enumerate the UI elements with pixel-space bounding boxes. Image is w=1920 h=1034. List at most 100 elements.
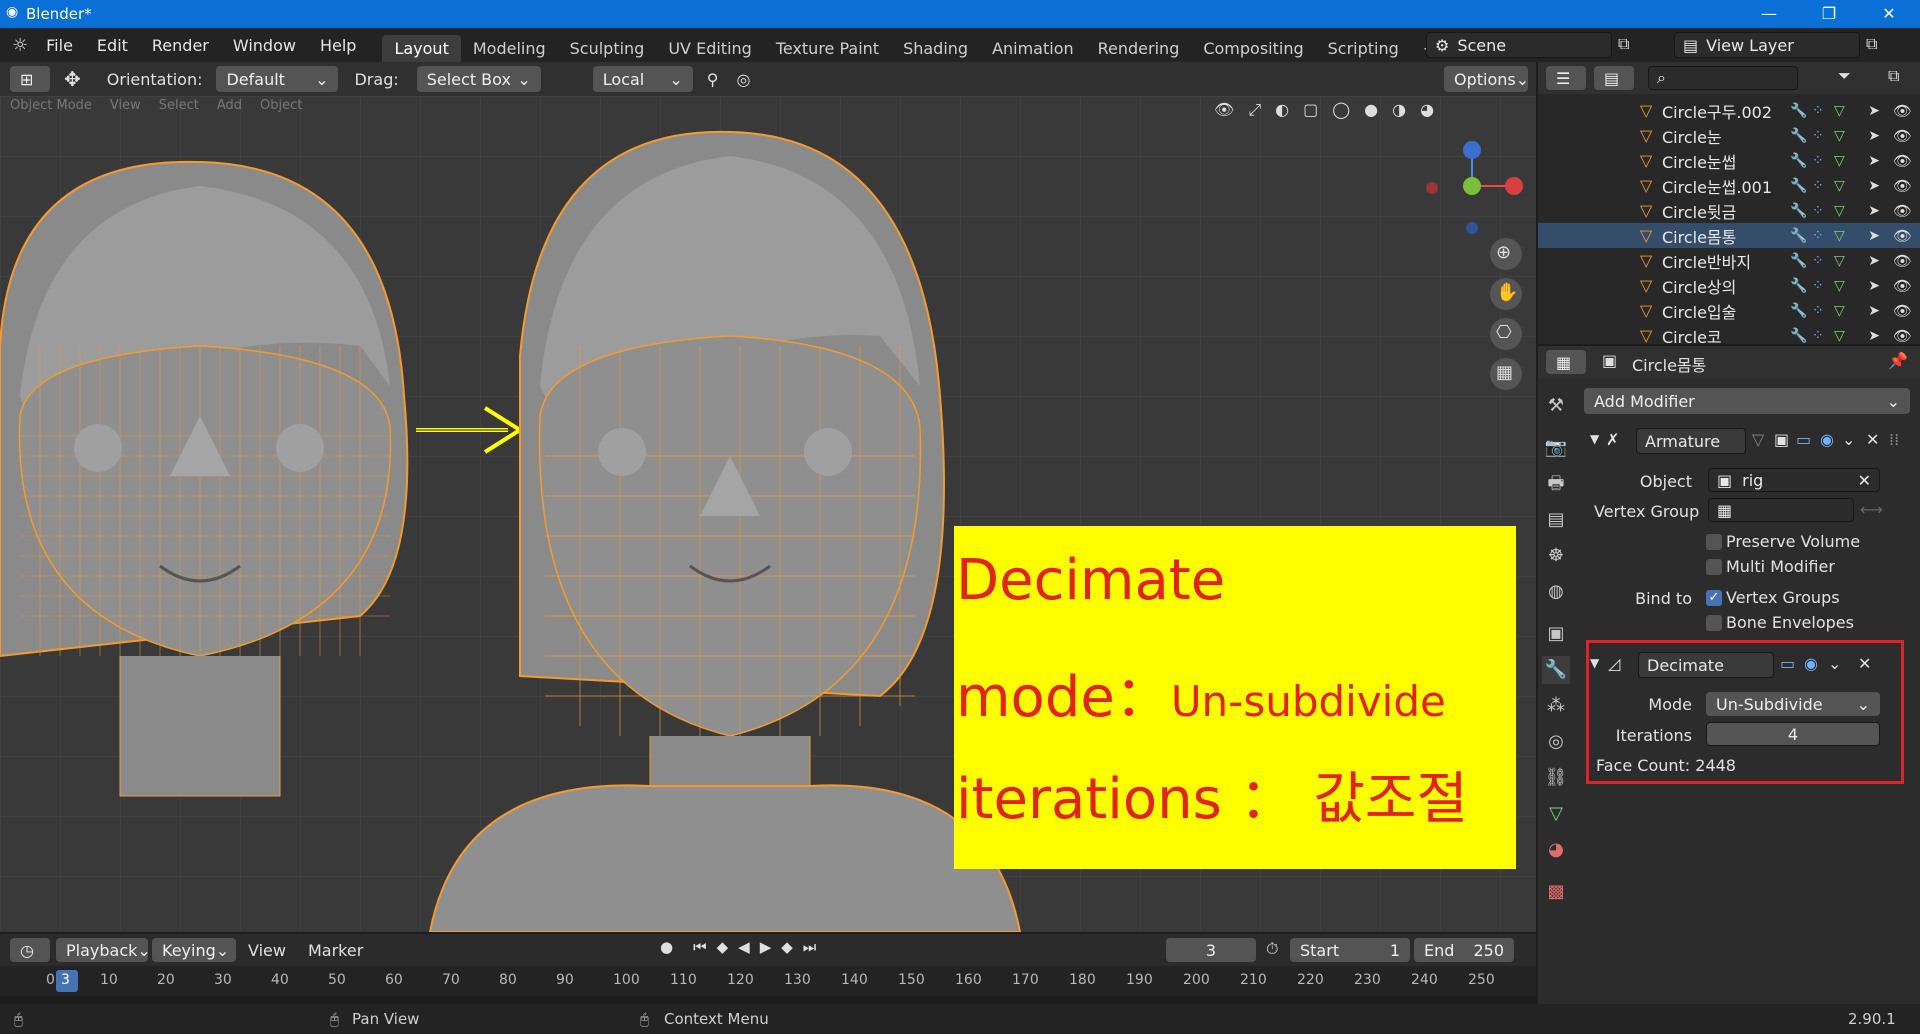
- tab-texture-paint[interactable]: Texture Paint: [764, 35, 891, 62]
- properties-editor-type[interactable]: ▦: [1546, 350, 1586, 374]
- material-tab-icon[interactable]: ◕: [1542, 836, 1570, 864]
- eye-icon[interactable]: 👁: [1893, 227, 1912, 245]
- constraints-tab-icon[interactable]: ⛓: [1542, 764, 1570, 792]
- decimate-viewport-icon[interactable]: ▭: [1780, 654, 1795, 673]
- selectable-icon[interactable]: ➤: [1868, 103, 1880, 119]
- filter-icon[interactable]: ⏷: [1838, 66, 1851, 86]
- invert-vertex-group-icon[interactable]: ⟷: [1860, 500, 1883, 519]
- vertex-groups-checkbox[interactable]: ✓: [1706, 590, 1722, 606]
- view-layer-tab-icon[interactable]: ▤: [1542, 506, 1570, 534]
- editmode-icon[interactable]: ▽: [1752, 430, 1764, 449]
- modifier-icon[interactable]: 🔧: [1790, 228, 1812, 244]
- eye-icon[interactable]: 👁: [1893, 302, 1912, 320]
- new-scene-icon[interactable]: ⧉: [1618, 34, 1629, 54]
- jump-start-icon[interactable]: ⏮: [693, 938, 707, 956]
- stopwatch-icon[interactable]: ⏱: [1266, 939, 1278, 959]
- prev-keyframe-icon[interactable]: ◆: [717, 938, 729, 956]
- pin-icon[interactable]: 📌: [1888, 351, 1908, 370]
- selectable-icon[interactable]: ➤: [1868, 178, 1880, 194]
- vertex-group-icon[interactable]: ⁘: [1812, 328, 1834, 344]
- tab-rendering[interactable]: Rendering: [1086, 35, 1192, 62]
- tab-layout[interactable]: Layout: [382, 35, 461, 62]
- new-view-layer-icon[interactable]: ⧉: [1866, 34, 1877, 54]
- decimate-render-icon[interactable]: ◉: [1804, 654, 1818, 673]
- outliner-row[interactable]: ▽ Circle입술 🔧 ⁘ ▽ ➤ 👁: [1538, 298, 1920, 323]
- mesh-data-icon[interactable]: ▽: [1834, 128, 1856, 144]
- mesh-data-icon[interactable]: ▽: [1834, 203, 1856, 219]
- grid-view-icon[interactable]: ▦: [1496, 362, 1513, 383]
- scene-tab-icon[interactable]: ☸: [1542, 542, 1570, 570]
- multi-modifier-checkbox[interactable]: [1706, 559, 1722, 575]
- selectable-icon[interactable]: ➤: [1868, 228, 1880, 244]
- zoom-icon[interactable]: ⊕: [1496, 242, 1511, 263]
- modifier-menu-chevron-icon[interactable]: ⌄: [1842, 430, 1855, 449]
- armature-object-field[interactable]: ▣ rig ✕: [1708, 468, 1880, 492]
- mesh-data-icon[interactable]: ▽: [1834, 103, 1856, 119]
- restore-button[interactable]: ❐: [1800, 0, 1858, 28]
- play-icon[interactable]: ▶: [760, 938, 772, 956]
- current-frame-field[interactable]: 3: [1166, 938, 1256, 962]
- selectable-icon[interactable]: ➤: [1868, 128, 1880, 144]
- eye-icon[interactable]: 👁: [1893, 102, 1912, 120]
- modifier-icon[interactable]: 🔧: [1790, 328, 1812, 344]
- eye-icon[interactable]: 👁: [1893, 127, 1912, 145]
- outliner-row[interactable]: ▽ Circle눈썹 🔧 ⁘ ▽ ➤ 👁: [1538, 148, 1920, 173]
- timeline-ruler[interactable]: 3 0 10 20 30 40 50 60 70 80 90 100 110 120 130 140 150 1…: [0, 966, 1536, 996]
- minimize-button[interactable]: —: [1740, 0, 1798, 28]
- record-icon[interactable]: ●: [660, 938, 673, 956]
- menu-help[interactable]: Help: [308, 36, 368, 55]
- menu-file[interactable]: File: [34, 36, 85, 55]
- play-reverse-icon[interactable]: ◀: [738, 938, 750, 956]
- outliner-row[interactable]: ▽ Circle뒷금 🔧 ⁘ ▽ ➤ 👁: [1538, 198, 1920, 223]
- vertex-group-field[interactable]: ▦: [1708, 498, 1854, 522]
- camera-icon[interactable]: ⎔: [1496, 322, 1512, 343]
- playback-dropdown[interactable]: Playback ⌄: [56, 938, 151, 962]
- overlay-toggle-icon[interactable]: ◐: [1275, 100, 1289, 120]
- eye-icon[interactable]: 👁: [1893, 177, 1912, 195]
- scene-selector[interactable]: ⚙ Scene: [1426, 32, 1612, 58]
- tab-compositing[interactable]: Compositing: [1191, 35, 1315, 62]
- modifier-icon[interactable]: 🔧: [1790, 278, 1812, 294]
- display-mode-button[interactable]: ▤: [1594, 66, 1634, 90]
- remove-decimate-icon[interactable]: ✕: [1858, 654, 1871, 673]
- eye-icon[interactable]: 👁: [1893, 152, 1912, 170]
- texture-tab-icon[interactable]: ▩: [1542, 878, 1570, 906]
- move-tool-icon[interactable]: ✥: [64, 67, 81, 91]
- start-frame-field[interactable]: Start 1: [1290, 938, 1410, 962]
- cage-icon[interactable]: ▣: [1774, 430, 1789, 449]
- outliner-row[interactable]: ▽ Circle눈썹.001 🔧 ⁘ ▽ ➤ 👁: [1538, 173, 1920, 198]
- drag-handle-icon[interactable]: ⁞⁞: [1889, 430, 1899, 449]
- vertex-group-icon[interactable]: ⁘: [1812, 228, 1834, 244]
- outliner-editor-type[interactable]: ☰: [1546, 66, 1586, 90]
- outliner-row[interactable]: ▽ Circle반바지 🔧 ⁘ ▽ ➤ 👁: [1538, 248, 1920, 273]
- outliner-row[interactable]: ▽ Circle상의 🔧 ⁘ ▽ ➤ 👁: [1538, 273, 1920, 298]
- modifier-icon[interactable]: 🔧: [1790, 128, 1812, 144]
- visibility-icon[interactable]: 👁: [1214, 100, 1234, 120]
- solid-shading-icon[interactable]: ●: [1364, 100, 1378, 120]
- preserve-volume-checkbox[interactable]: [1706, 534, 1722, 550]
- eye-icon[interactable]: 👁: [1893, 277, 1912, 295]
- vertex-group-icon[interactable]: ⁘: [1812, 103, 1834, 119]
- tab-modeling[interactable]: Modeling: [461, 35, 558, 62]
- pivot-dropdown[interactable]: Local ⌄: [592, 66, 693, 92]
- timeline-view-menu[interactable]: View: [248, 941, 286, 960]
- options-dropdown[interactable]: Options ⌄: [1444, 66, 1529, 92]
- navigation-gizmo[interactable]: [1426, 141, 1523, 234]
- selectable-icon[interactable]: ➤: [1868, 203, 1880, 219]
- outliner-search-input[interactable]: ⌕: [1648, 66, 1798, 90]
- output-tab-icon[interactable]: 🖶: [1542, 470, 1570, 498]
- material-shading-icon[interactable]: ◑: [1392, 100, 1406, 120]
- timeline-marker-menu[interactable]: Marker: [308, 941, 363, 960]
- keying-dropdown[interactable]: Keying ⌄: [152, 938, 236, 962]
- mesh-data-icon[interactable]: ▽: [1834, 303, 1856, 319]
- selectable-icon[interactable]: ➤: [1868, 328, 1880, 344]
- vertex-group-icon[interactable]: ⁘: [1812, 128, 1834, 144]
- next-keyframe-icon[interactable]: ◆: [781, 938, 793, 956]
- proportional-edit-icon[interactable]: ◎: [736, 70, 750, 89]
- render-tab-icon[interactable]: 📷: [1542, 434, 1570, 462]
- menu-render[interactable]: Render: [140, 36, 221, 55]
- new-collection-icon[interactable]: ⧉: [1888, 66, 1899, 86]
- selectable-icon[interactable]: ➤: [1868, 278, 1880, 294]
- rendered-shading-icon[interactable]: ◕: [1420, 100, 1434, 120]
- wireframe-shading-icon[interactable]: ◯: [1332, 100, 1350, 120]
